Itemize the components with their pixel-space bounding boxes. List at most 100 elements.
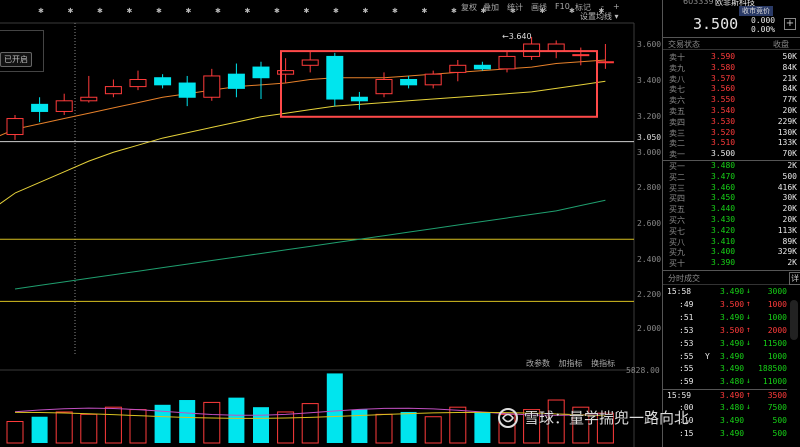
add-indicator-button[interactable]: 加指标 — [559, 359, 583, 368]
order-volume: 20K — [782, 106, 797, 115]
order-price: 3.590 — [711, 52, 736, 61]
order-book-row[interactable]: 买五 3.440 20K — [663, 204, 800, 214]
volume-bar-up — [424, 416, 442, 444]
order-volume: 113K — [777, 225, 797, 235]
y-label: 2.000 — [637, 324, 662, 333]
candle-body-down — [473, 64, 491, 70]
edit-params-button[interactable]: 改参数 — [526, 359, 550, 368]
trade-time: :51 — [679, 312, 694, 322]
switch-indicator-button[interactable]: 换指标 — [591, 359, 615, 368]
order-volume: 21K — [782, 73, 797, 83]
order-book-row[interactable]: 卖五 3.540 20K — [663, 106, 800, 116]
trades-detail-button[interactable]: 详 — [789, 272, 800, 285]
trade-row: :53 3.490 ↓ 11500 — [663, 338, 787, 350]
order-book-row[interactable]: 买九 3.400 329K — [663, 247, 800, 257]
order-book-status: 收盘 — [773, 40, 789, 49]
volume-bar-up — [301, 403, 319, 444]
order-level-label: 买六 — [669, 216, 685, 225]
tab-zoom-out[interactable]: - — [601, 2, 604, 11]
candle-body-up — [375, 79, 393, 95]
order-volume: 416K — [777, 182, 797, 192]
order-book-title: 交易状态 — [668, 40, 700, 49]
panel-scrollbar[interactable] — [790, 300, 798, 340]
order-book-row[interactable]: 卖一 3.500 70K — [663, 149, 800, 159]
order-level-label: 买八 — [669, 237, 685, 247]
volume-bar-down — [253, 407, 269, 443]
event-marker-icon: ✱ — [97, 7, 103, 15]
volume-bar-down — [326, 373, 343, 443]
order-book-row[interactable]: 买八 3.410 89K — [663, 237, 800, 247]
trade-row: 15:58 3.490 ↓ 3000 — [663, 286, 787, 298]
plus-icon[interactable]: + — [784, 18, 796, 30]
tab-tongji[interactable]: 统计 — [507, 2, 523, 13]
volume-axis-label: 5828.00 — [626, 366, 660, 375]
order-book-row[interactable]: 买一 3.480 2K — [663, 161, 800, 171]
order-book-row[interactable]: 卖十 3.590 50K — [663, 52, 800, 62]
tab-diejia[interactable]: 叠加 — [483, 2, 499, 13]
order-level-label: 卖四 — [669, 117, 685, 127]
order-price: 3.560 — [711, 84, 736, 94]
candle-body-up — [424, 73, 442, 86]
trade-price: 3.490 — [720, 391, 745, 401]
arrow-up-icon: ↑ — [746, 298, 751, 308]
trade-row: :15 3.490 500 — [663, 428, 787, 440]
tab-huaxian[interactable]: 画线 — [531, 2, 547, 13]
order-book-row[interactable]: 买七 3.420 113K — [663, 226, 800, 236]
order-book-row[interactable]: 买六 3.430 20K — [663, 215, 800, 225]
chevron-down-icon: ▾ — [612, 12, 619, 21]
trade-row: :55 Y 3.490 1000 — [663, 351, 787, 363]
trade-time: 15:59 — [667, 391, 692, 401]
order-level-label: 卖二 — [669, 139, 685, 149]
order-level-label: 买十 — [669, 259, 685, 269]
order-book-row[interactable]: 买十 3.390 2K — [663, 258, 800, 268]
trade-row: :59 3.480 ↓ 11000 — [663, 376, 787, 388]
order-book-row[interactable]: 卖九 3.580 84K — [663, 63, 800, 73]
order-volume: 2K — [787, 258, 797, 268]
y-label-current: 3.050 — [637, 133, 662, 142]
order-book-row[interactable]: 买三 3.460 416K — [663, 183, 800, 193]
trade-volume: 11000 — [762, 377, 787, 387]
candle-body-down — [227, 73, 245, 89]
trades-header: 分时成交 详 — [663, 270, 800, 285]
y-label: 3.400 — [637, 76, 662, 85]
tab-zoom-in[interactable]: + — [613, 2, 620, 11]
stock-header: 603339 欧菲斯科技 收市竞价 3.500 0.000 0.00% + — [663, 0, 800, 36]
order-level-label: 卖九 — [669, 63, 685, 73]
y-label: 2.800 — [637, 183, 662, 192]
order-book-row[interactable]: 买二 3.470 500 — [663, 172, 800, 182]
trade-volume: 7500 — [767, 403, 787, 413]
trade-time: 15:58 — [667, 287, 692, 296]
trade-time: :15 — [679, 428, 694, 438]
order-book-row[interactable]: 卖三 3.520 130K — [663, 128, 800, 138]
ma-settings-button[interactable]: 设置均线 ▾ — [580, 11, 619, 22]
volume-bar-down — [351, 409, 368, 443]
candle-body-down — [178, 82, 196, 98]
order-book-row[interactable]: 卖四 3.530 229K — [663, 117, 800, 127]
trade-price: 3.500 — [720, 299, 745, 309]
order-book-row[interactable]: 卖二 3.510 133K — [663, 138, 800, 148]
trade-price: 3.490 — [720, 287, 745, 296]
order-volume: 20K — [782, 204, 797, 214]
order-book-row[interactable]: 卖七 3.560 84K — [663, 84, 800, 94]
candle-body-down — [31, 103, 49, 112]
event-marker-icon: ✱ — [38, 7, 44, 15]
trade-volume: 500 — [772, 416, 787, 425]
order-volume: 70K — [782, 149, 797, 159]
order-book-row[interactable]: 卖六 3.550 77K — [663, 95, 800, 105]
order-volume: 89K — [782, 236, 797, 246]
tab-fuquan[interactable]: 复权 — [461, 2, 477, 13]
ma-yellow-extension — [0, 192, 16, 205]
order-level-label: 卖三 — [669, 128, 685, 138]
order-book-row[interactable]: 买四 3.450 30K — [663, 193, 800, 203]
event-marker-icon: ✱ — [215, 7, 221, 15]
max-price-annotation: ←3.640 — [502, 32, 532, 41]
tab-f10[interactable]: F10 — [555, 2, 570, 11]
order-volume: 30K — [782, 193, 797, 203]
order-book-row[interactable]: 卖八 3.570 21K — [663, 74, 800, 84]
event-marker-icon: ✱ — [274, 7, 280, 15]
candle-body-down — [350, 96, 368, 102]
candle-body-down — [154, 77, 172, 86]
trade-time: :55 — [679, 364, 694, 374]
order-price: 3.530 — [711, 116, 736, 126]
order-book-header: 交易状态 收盘 — [663, 37, 800, 50]
